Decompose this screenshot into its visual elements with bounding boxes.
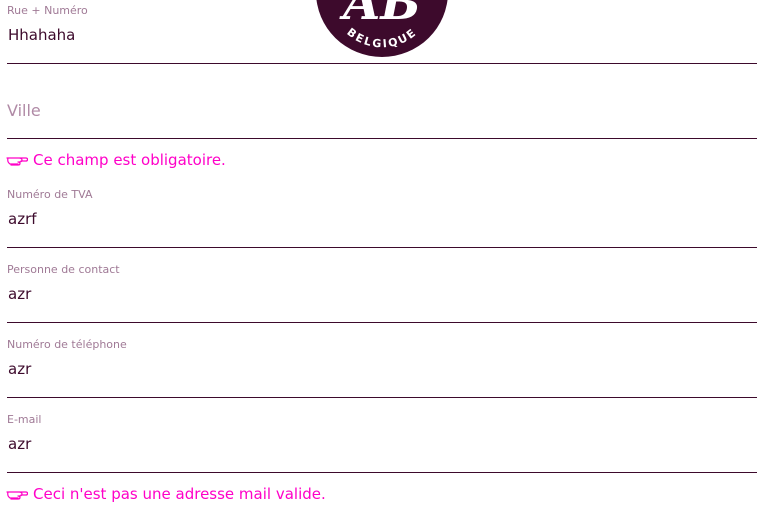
city-input-placeholder[interactable]: Ville bbox=[7, 101, 41, 120]
email-error-message: Ceci n'est pas une adresse mail valide. bbox=[6, 484, 326, 504]
form-page: AB BELGIQUE Rue + Numéro Hhahaha Ville C… bbox=[0, 0, 758, 513]
email-input-value[interactable]: azr bbox=[8, 435, 31, 453]
street-field[interactable]: Rue + Numéro Hhahaha bbox=[7, 0, 757, 64]
city-error-text: Ce champ est obligatoire. bbox=[33, 151, 226, 169]
email-field[interactable]: E-mail azr bbox=[7, 411, 757, 473]
vat-label: Numéro de TVA bbox=[7, 188, 93, 201]
city-field[interactable]: Ville bbox=[7, 64, 757, 139]
pointing-hand-icon bbox=[6, 157, 28, 166]
vat-input-value[interactable]: azrf bbox=[8, 210, 37, 228]
city-error-message: Ce champ est obligatoire. bbox=[6, 150, 226, 170]
vat-field[interactable]: Numéro de TVA azrf bbox=[7, 186, 757, 248]
street-label: Rue + Numéro bbox=[7, 4, 88, 17]
phone-input-value[interactable]: azr bbox=[8, 360, 31, 378]
street-input-value[interactable]: Hhahaha bbox=[8, 26, 75, 44]
pointing-hand-icon bbox=[6, 491, 28, 500]
phone-field[interactable]: Numéro de téléphone azr bbox=[7, 336, 757, 398]
contact-input-value[interactable]: azr bbox=[8, 285, 31, 303]
phone-label: Numéro de téléphone bbox=[7, 338, 127, 351]
contact-field[interactable]: Personne de contact azr bbox=[7, 261, 757, 323]
email-error-text: Ceci n'est pas une adresse mail valide. bbox=[33, 485, 326, 503]
email-label: E-mail bbox=[7, 413, 42, 426]
contact-label: Personne de contact bbox=[7, 263, 120, 276]
